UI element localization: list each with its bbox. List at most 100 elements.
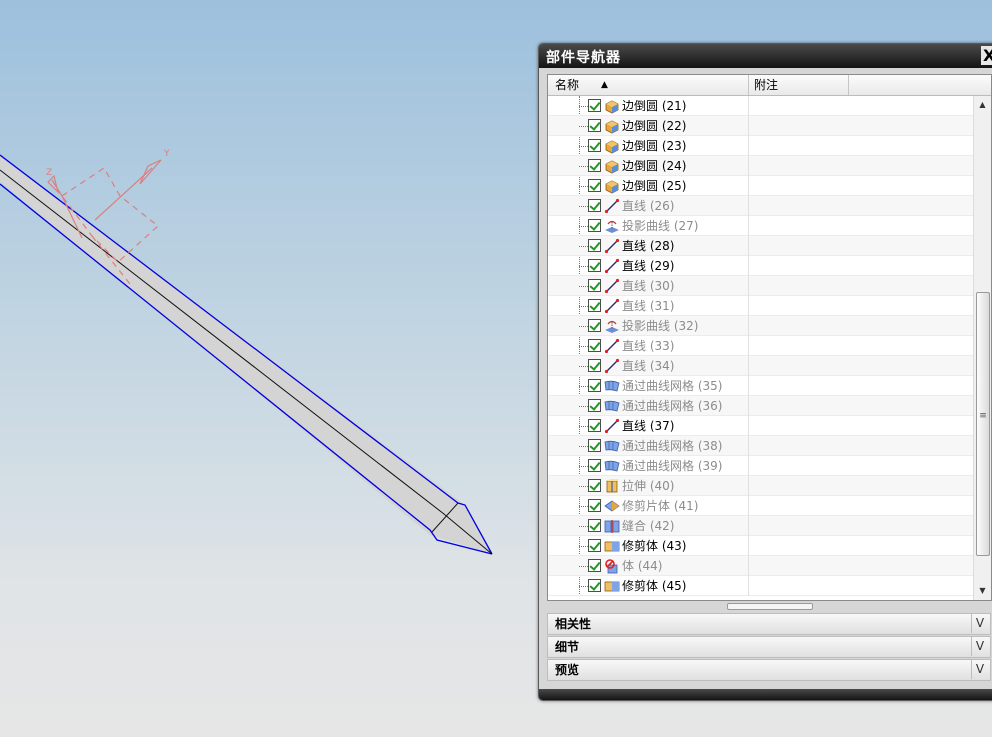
visibility-checkbox[interactable]: [588, 479, 601, 492]
visibility-checkbox[interactable]: [588, 199, 601, 212]
visibility-checkbox[interactable]: [588, 459, 601, 472]
csys-y-arrow: [139, 159, 162, 185]
tree-row[interactable]: 修剪体 (43): [548, 536, 973, 556]
tree-branch-connector: [579, 386, 588, 387]
tree-row[interactable]: 通过曲线网格 (35): [548, 376, 973, 396]
tree-branch-connector: [579, 106, 588, 107]
row-column-divider: [748, 156, 749, 176]
tree-row[interactable]: 拉伸 (40): [548, 476, 973, 496]
line-icon: [604, 418, 620, 434]
tree-branch-connector: [579, 406, 588, 407]
scroll-down-arrow-icon[interactable]: ▼: [974, 584, 991, 598]
column-header-note[interactable]: 附注: [754, 75, 844, 95]
tree-row[interactable]: 直线 (28): [548, 236, 973, 256]
tree-row[interactable]: 修剪体 (45): [548, 576, 973, 596]
tree-row[interactable]: 边倒圆 (23): [548, 136, 973, 156]
row-column-divider: [748, 296, 749, 316]
visibility-checkbox[interactable]: [588, 159, 601, 172]
visibility-checkbox[interactable]: [588, 259, 601, 272]
part-navigator-titlebar[interactable]: 部件导航器 X: [539, 44, 992, 68]
row-column-divider: [748, 376, 749, 396]
tree-branch-connector: [579, 306, 588, 307]
tree-row[interactable]: 边倒圆 (24): [548, 156, 973, 176]
visibility-checkbox[interactable]: [588, 179, 601, 192]
tree-row[interactable]: 直线 (37): [548, 416, 973, 436]
feature-label: 边倒圆 (22): [622, 119, 687, 133]
tree-row[interactable]: 通过曲线网格 (39): [548, 456, 973, 476]
vertical-scrollbar[interactable]: ▲ ≡ ▼: [973, 96, 991, 600]
visibility-checkbox[interactable]: [588, 539, 601, 552]
panel-preview[interactable]: 预览 V: [547, 659, 991, 681]
tree-row[interactable]: 边倒圆 (21): [548, 96, 973, 116]
panel-dependencies[interactable]: 相关性 V: [547, 613, 991, 635]
tree-branch-connector: [579, 506, 588, 507]
csys-z-label: Z: [46, 168, 52, 178]
visibility-checkbox[interactable]: [588, 299, 601, 312]
line-icon: [604, 298, 620, 314]
sew-icon: [604, 518, 620, 534]
feature-label: 直线 (33): [622, 339, 675, 353]
visibility-checkbox[interactable]: [588, 379, 601, 392]
tree-row[interactable]: 缝合 (42): [548, 516, 973, 536]
feature-label: 通过曲线网格 (36): [622, 399, 723, 413]
tree-row[interactable]: 修剪片体 (41): [548, 496, 973, 516]
column-name-label: 名称: [555, 78, 580, 92]
tree-branch-connector: [579, 246, 588, 247]
tree-column-header: 名称 ▲ 附注: [548, 75, 991, 96]
row-column-divider: [748, 356, 749, 376]
tree-row[interactable]: 直线 (33): [548, 336, 973, 356]
visibility-checkbox[interactable]: [588, 499, 601, 512]
tree-row[interactable]: 边倒圆 (22): [548, 116, 973, 136]
visibility-checkbox[interactable]: [588, 419, 601, 432]
tree-row[interactable]: 边倒圆 (25): [548, 176, 973, 196]
visibility-checkbox[interactable]: [588, 519, 601, 532]
body-icon: [604, 558, 620, 574]
visibility-checkbox[interactable]: [588, 99, 601, 112]
tree-row[interactable]: 体 (44): [548, 556, 973, 576]
scroll-up-arrow-icon[interactable]: ▲: [974, 98, 991, 112]
visibility-checkbox[interactable]: [588, 239, 601, 252]
tree-row[interactable]: 直线 (29): [548, 256, 973, 276]
tree-branch-connector: [579, 146, 588, 147]
panel-preview-label: 预览: [555, 663, 580, 677]
expand-chevron-icon[interactable]: V: [971, 636, 988, 656]
blade-model[interactable]: [0, 154, 493, 555]
column-separator[interactable]: [748, 75, 749, 95]
visibility-checkbox[interactable]: [588, 359, 601, 372]
expand-chevron-icon[interactable]: V: [971, 613, 988, 633]
visibility-checkbox[interactable]: [588, 559, 601, 572]
trim-body-icon: [604, 538, 620, 554]
model-history-tree[interactable]: 名称 ▲ 附注 边倒圆 (21) 边倒圆 (22) 边倒圆 (23) 边倒圆 (24)…: [547, 74, 992, 601]
tree-branch-connector: [579, 486, 588, 487]
horizontal-scrollbar-thumb[interactable]: [727, 603, 813, 610]
tree-row[interactable]: 直线 (34): [548, 356, 973, 376]
tree-row[interactable]: 直线 (31): [548, 296, 973, 316]
visibility-checkbox[interactable]: [588, 279, 601, 292]
expand-chevron-icon[interactable]: V: [971, 659, 988, 679]
line-icon: [604, 278, 620, 294]
tree-row[interactable]: 直线 (26): [548, 196, 973, 216]
scrollbar-grip-icon: ≡: [979, 411, 987, 421]
tree-row[interactable]: 通过曲线网格 (38): [548, 436, 973, 456]
row-column-divider: [748, 256, 749, 276]
visibility-checkbox[interactable]: [588, 219, 601, 232]
visibility-checkbox[interactable]: [588, 319, 601, 332]
tree-row[interactable]: 直线 (30): [548, 276, 973, 296]
scrollbar-thumb[interactable]: ≡: [976, 292, 990, 556]
visibility-checkbox[interactable]: [588, 439, 601, 452]
visibility-checkbox[interactable]: [588, 579, 601, 592]
feature-label: 直线 (34): [622, 359, 675, 373]
tree-row[interactable]: 通过曲线网格 (36): [548, 396, 973, 416]
panel-details[interactable]: 细节 V: [547, 636, 991, 658]
visibility-checkbox[interactable]: [588, 119, 601, 132]
column-separator[interactable]: [848, 75, 849, 95]
part-navigator-panel: 部件导航器 X 名称 ▲ 附注 边倒圆 (21) 边倒圆 (22) 边倒圆 (23)…: [538, 43, 992, 701]
row-column-divider: [748, 236, 749, 256]
tree-row[interactable]: 投影曲线 (27): [548, 216, 973, 236]
close-button[interactable]: X: [981, 46, 992, 65]
column-header-name[interactable]: 名称 ▲: [555, 75, 745, 95]
visibility-checkbox[interactable]: [588, 339, 601, 352]
visibility-checkbox[interactable]: [588, 139, 601, 152]
tree-row[interactable]: 投影曲线 (32): [548, 316, 973, 336]
visibility-checkbox[interactable]: [588, 399, 601, 412]
